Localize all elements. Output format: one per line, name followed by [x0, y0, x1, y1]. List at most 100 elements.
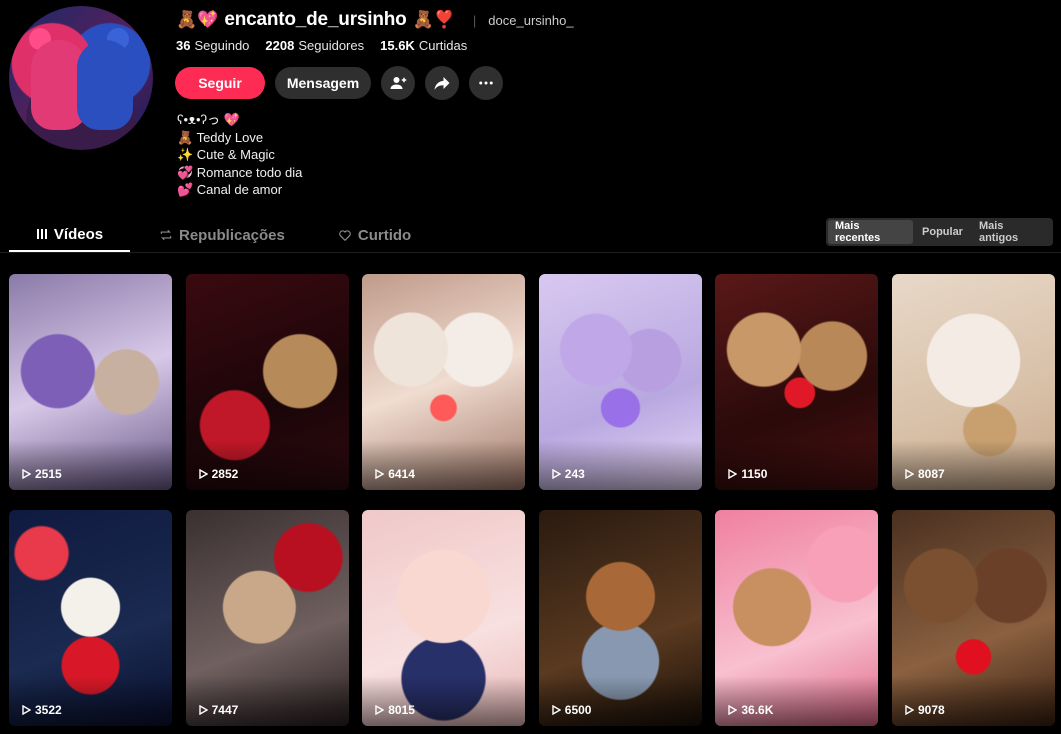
video-card[interactable]: 36.6K: [715, 510, 879, 726]
follow-button[interactable]: Seguir: [175, 67, 265, 99]
video-shade: [891, 440, 1055, 490]
stat-label: Curtidas: [418, 38, 468, 53]
grid-icon: [36, 229, 47, 239]
bio-line: 💞 Romance todo dia: [177, 164, 303, 180]
video-views: 3522: [21, 703, 62, 717]
name-prefix-emoji: 🧸💖: [176, 10, 219, 29]
sort-most-recent[interactable]: Mais recentes: [828, 220, 914, 244]
video-shade: [538, 440, 702, 490]
bio-line: ✨ Cute & Magic: [177, 147, 275, 162]
video-views: 2852: [198, 467, 239, 481]
video-card[interactable]: 8015: [362, 510, 526, 726]
video-card[interactable]: 9078: [891, 510, 1055, 726]
video-card[interactable]: 8087: [891, 274, 1055, 490]
views-count: 9078: [917, 703, 945, 717]
video-views: 6500: [551, 703, 591, 717]
tabs-divider: [0, 252, 1061, 253]
views-count: 8015: [388, 703, 415, 717]
views-count: 243: [564, 467, 585, 481]
video-card[interactable]: 6500: [538, 510, 702, 726]
name-separator: |: [472, 12, 477, 28]
more-options-button[interactable]: [469, 66, 503, 100]
share-button[interactable]: [425, 66, 459, 100]
tab-label: Curtido: [357, 226, 412, 244]
video-views: 8015: [374, 703, 415, 717]
video-card[interactable]: 2852: [185, 274, 349, 490]
play-icon: [22, 469, 31, 479]
video-shade: [9, 440, 172, 490]
heart-icon: [339, 230, 351, 242]
video-shade: [362, 676, 526, 726]
add-user-icon: [390, 77, 407, 89]
views-count: 36.6K: [741, 703, 774, 717]
video-shade: [715, 676, 879, 726]
video-views: 36.6K: [727, 703, 773, 717]
more-icon: [479, 81, 493, 85]
play-icon: [552, 469, 561, 479]
play-icon: [375, 705, 385, 715]
video-views: 9078: [904, 703, 945, 717]
stat-value: 2208: [265, 38, 295, 53]
repost-icon: [160, 229, 172, 241]
add-friend-button[interactable]: [381, 66, 415, 100]
tab-liked[interactable]: Curtido: [338, 218, 411, 252]
avatar-decoration: [77, 40, 133, 130]
profile-name-row: 🧸💖 encanto_de_ursinho 🧸❣️ | doce_ursinho…: [176, 9, 574, 31]
tab-reposts[interactable]: Republicações: [159, 218, 285, 252]
sort-popular[interactable]: Popular: [915, 220, 970, 244]
views-count: 8087: [917, 467, 945, 481]
video-card[interactable]: 1150: [715, 274, 879, 490]
stat-following[interactable]: 36 Seguindo: [176, 38, 249, 53]
views-count: 2852: [211, 467, 239, 481]
video-shade: [715, 440, 879, 490]
stat-label: Seguindo: [194, 38, 250, 53]
profile-avatar[interactable]: [9, 6, 153, 150]
bio-line: 💕 Canal de amor: [177, 182, 283, 197]
message-button[interactable]: Mensagem: [275, 67, 371, 99]
video-card[interactable]: 2515: [9, 274, 172, 490]
play-icon: [198, 705, 208, 715]
play-icon: [905, 469, 914, 479]
video-card[interactable]: 6414: [362, 274, 526, 490]
video-grid: 2515 2852 6414 243 1150 8087 3522 7447 8…: [9, 274, 1055, 726]
video-shade: [362, 440, 526, 490]
video-shade: [185, 440, 349, 490]
bio-line: 🧸 Teddy Love: [177, 129, 264, 145]
bio-line: ʕ•ᴥ•ʔっ 💖: [177, 112, 240, 127]
profile-username: encanto_de_ursinho: [224, 9, 407, 30]
views-count: 1150: [741, 467, 768, 481]
play-icon: [728, 469, 738, 479]
video-views: 7447: [198, 703, 239, 717]
tab-label: Republicações: [179, 226, 285, 244]
sort-selector: Mais recentes Popular Mais antigos: [826, 218, 1053, 246]
video-shade: [891, 676, 1055, 726]
video-card[interactable]: 243: [538, 274, 702, 490]
video-card[interactable]: 3522: [9, 510, 172, 726]
tab-label: Vídeos: [53, 225, 104, 243]
profile-stats: 36 Seguindo 2208 Seguidores 15.6K Curtidas: [176, 38, 467, 53]
video-card[interactable]: 7447: [185, 510, 349, 726]
play-icon: [905, 705, 914, 715]
play-icon: [728, 705, 738, 715]
tab-videos[interactable]: Vídeos: [9, 218, 130, 252]
views-count: 6414: [388, 467, 415, 481]
stat-value: 36: [176, 38, 191, 53]
views-count: 7447: [211, 703, 239, 717]
play-icon: [198, 469, 208, 479]
video-shade: [185, 676, 349, 726]
name-suffix-emoji: 🧸❣️: [412, 10, 455, 29]
video-views: 243: [551, 467, 585, 481]
stat-label: Seguidores: [298, 38, 365, 53]
sort-oldest[interactable]: Mais antigos: [972, 220, 1051, 244]
play-icon: [22, 705, 31, 715]
views-count: 2515: [35, 467, 62, 481]
stat-followers[interactable]: 2208 Seguidores: [265, 38, 364, 53]
video-views: 2515: [21, 467, 62, 481]
profile-tabs: Vídeos Republicações Curtido: [9, 218, 411, 252]
stat-value: 15.6K: [380, 38, 415, 53]
video-shade: [9, 676, 172, 726]
share-icon: [434, 77, 450, 90]
video-views: 6414: [374, 467, 415, 481]
profile-actions: Seguir Mensagem: [175, 66, 503, 100]
profile-bio: ʕ•ᴥ•ʔっ 💖 🧸 Teddy Love ✨ Cute & Magic 💞 R…: [177, 111, 302, 199]
